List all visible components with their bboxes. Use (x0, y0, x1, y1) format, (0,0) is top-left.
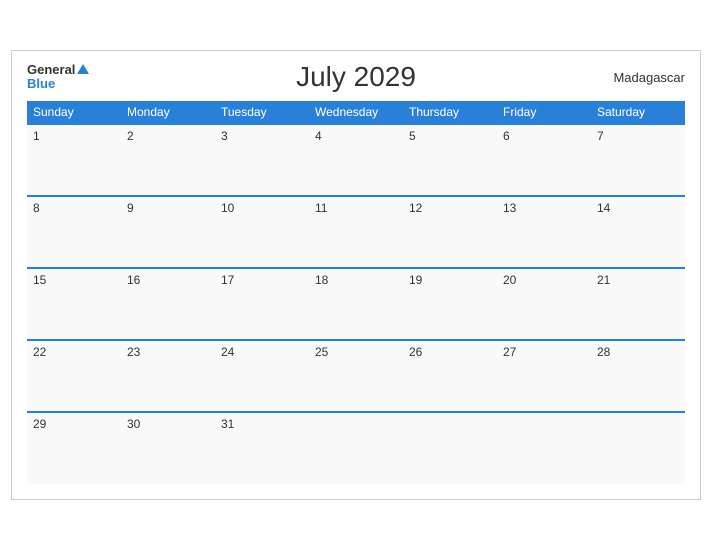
calendar-week-row: 15 16 17 18 19 20 21 (27, 268, 685, 340)
logo-triangle-icon (77, 64, 89, 74)
header-wednesday: Wednesday (309, 101, 403, 124)
day-number: 8 (33, 201, 40, 215)
calendar-cell: 16 (121, 268, 215, 340)
day-number: 31 (221, 417, 234, 431)
logo-blue-text: Blue (27, 77, 55, 91)
calendar-cell: 25 (309, 340, 403, 412)
day-number: 18 (315, 273, 328, 287)
day-number: 7 (597, 129, 604, 143)
calendar-cell: 12 (403, 196, 497, 268)
calendar-cell: 31 (215, 412, 309, 484)
calendar-week-row: 29 30 31 (27, 412, 685, 484)
day-number: 6 (503, 129, 510, 143)
calendar-cell: 26 (403, 340, 497, 412)
calendar-cell: 23 (121, 340, 215, 412)
calendar-container: General Blue July 2029 Madagascar Sunday… (11, 50, 701, 500)
day-number: 14 (597, 201, 610, 215)
day-number: 15 (33, 273, 46, 287)
calendar-cell: 14 (591, 196, 685, 268)
day-number: 21 (597, 273, 610, 287)
day-number: 16 (127, 273, 140, 287)
calendar-cell: 9 (121, 196, 215, 268)
weekday-header-row: Sunday Monday Tuesday Wednesday Thursday… (27, 101, 685, 124)
calendar-thead: Sunday Monday Tuesday Wednesday Thursday… (27, 101, 685, 124)
calendar-cell: 29 (27, 412, 121, 484)
calendar-cell: 11 (309, 196, 403, 268)
calendar-cell (403, 412, 497, 484)
calendar-cell (497, 412, 591, 484)
calendar-cell: 3 (215, 124, 309, 196)
day-number: 12 (409, 201, 422, 215)
calendar-body: 1234567891011121314151617181920212223242… (27, 124, 685, 484)
calendar-cell: 13 (497, 196, 591, 268)
calendar-cell: 8 (27, 196, 121, 268)
header-friday: Friday (497, 101, 591, 124)
calendar-cell: 17 (215, 268, 309, 340)
calendar-cell (591, 412, 685, 484)
calendar-cell: 2 (121, 124, 215, 196)
day-number: 13 (503, 201, 516, 215)
country-label: Madagascar (613, 70, 685, 85)
calendar-week-row: 8 9 10 11 12 13 14 (27, 196, 685, 268)
day-number: 27 (503, 345, 516, 359)
day-number: 29 (33, 417, 46, 431)
day-number: 1 (33, 129, 40, 143)
calendar-cell: 10 (215, 196, 309, 268)
calendar-title: July 2029 (296, 61, 416, 93)
header-tuesday: Tuesday (215, 101, 309, 124)
calendar-table: Sunday Monday Tuesday Wednesday Thursday… (27, 101, 685, 484)
calendar-cell: 19 (403, 268, 497, 340)
day-number: 10 (221, 201, 234, 215)
calendar-cell: 22 (27, 340, 121, 412)
calendar-cell: 7 (591, 124, 685, 196)
day-number: 5 (409, 129, 416, 143)
logo: General Blue (27, 63, 89, 92)
logo-general-text: General (27, 63, 89, 77)
day-number: 17 (221, 273, 234, 287)
calendar-header: General Blue July 2029 Madagascar (27, 61, 685, 93)
calendar-cell: 4 (309, 124, 403, 196)
header-thursday: Thursday (403, 101, 497, 124)
day-number: 19 (409, 273, 422, 287)
calendar-cell (309, 412, 403, 484)
header-monday: Monday (121, 101, 215, 124)
calendar-cell: 27 (497, 340, 591, 412)
day-number: 24 (221, 345, 234, 359)
day-number: 2 (127, 129, 134, 143)
day-number: 25 (315, 345, 328, 359)
calendar-week-row: 1 2 3 4 5 6 7 (27, 124, 685, 196)
calendar-cell: 24 (215, 340, 309, 412)
day-number: 26 (409, 345, 422, 359)
day-number: 23 (127, 345, 140, 359)
calendar-week-row: 22 23 24 25 26 27 28 (27, 340, 685, 412)
day-number: 20 (503, 273, 516, 287)
day-number: 9 (127, 201, 134, 215)
day-number: 11 (315, 201, 327, 215)
calendar-cell: 1 (27, 124, 121, 196)
header-saturday: Saturday (591, 101, 685, 124)
calendar-cell: 28 (591, 340, 685, 412)
calendar-cell: 15 (27, 268, 121, 340)
day-number: 28 (597, 345, 610, 359)
day-number: 30 (127, 417, 140, 431)
calendar-cell: 5 (403, 124, 497, 196)
day-number: 22 (33, 345, 46, 359)
calendar-cell: 30 (121, 412, 215, 484)
calendar-cell: 18 (309, 268, 403, 340)
header-sunday: Sunday (27, 101, 121, 124)
day-number: 3 (221, 129, 228, 143)
day-number: 4 (315, 129, 322, 143)
calendar-cell: 21 (591, 268, 685, 340)
calendar-cell: 20 (497, 268, 591, 340)
calendar-cell: 6 (497, 124, 591, 196)
